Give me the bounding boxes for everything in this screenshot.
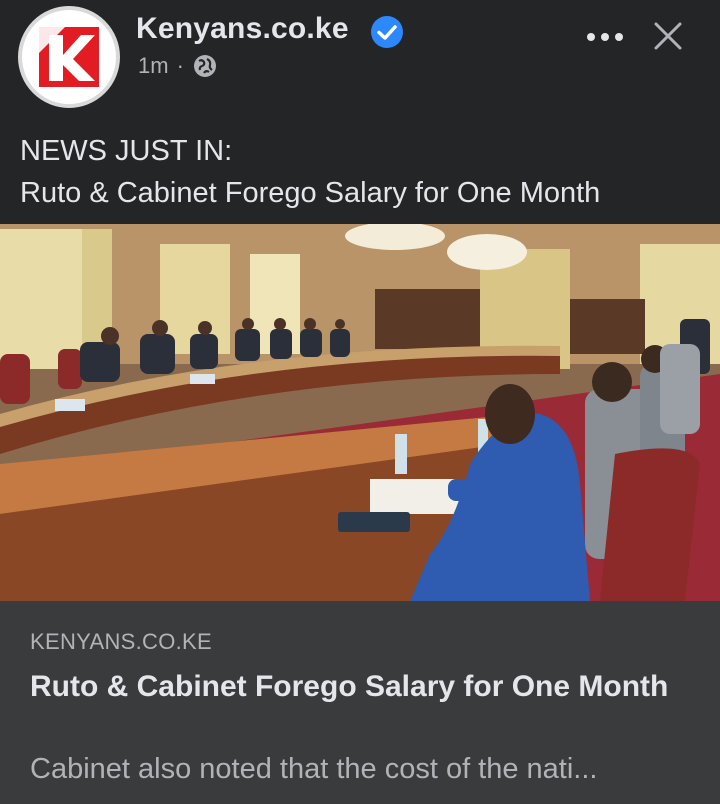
more-dot: [615, 33, 623, 41]
post-photo[interactable]: [0, 224, 720, 601]
post-timestamp[interactable]: 1m: [138, 53, 169, 79]
post-meta: 1m ·: [138, 53, 218, 79]
page-name[interactable]: Kenyans.co.ke: [136, 12, 349, 46]
post-header: Kenyans.co.ke 1m ·: [0, 0, 720, 110]
cabinet-meeting-photo: [0, 224, 720, 601]
link-description: Cabinet also noted that the cost of the …: [30, 753, 598, 785]
more-dot: [601, 33, 609, 41]
post-text: NEWS JUST IN: Ruto & Cabinet Forego Sala…: [20, 130, 710, 214]
page-avatar[interactable]: [18, 6, 120, 108]
more-dot: [587, 33, 595, 41]
post-text-line1: NEWS JUST IN:: [20, 135, 233, 167]
verified-badge-icon: [371, 16, 403, 48]
link-title[interactable]: Ruto & Cabinet Forego Salary for One Mon…: [30, 665, 670, 709]
globe-icon[interactable]: [192, 53, 218, 79]
link-domain: KENYANS.CO.KE: [30, 629, 212, 654]
kenyans-logo-icon: [25, 13, 113, 101]
more-options-icon[interactable]: [583, 20, 627, 54]
post-text-line2: Ruto & Cabinet Forego Salary for One Mon…: [20, 177, 601, 209]
link-preview-card[interactable]: KENYANS.CO.KE Ruto & Cabinet Forego Sala…: [0, 601, 720, 804]
meta-separator: ·: [176, 53, 184, 78]
close-icon[interactable]: [652, 20, 684, 52]
